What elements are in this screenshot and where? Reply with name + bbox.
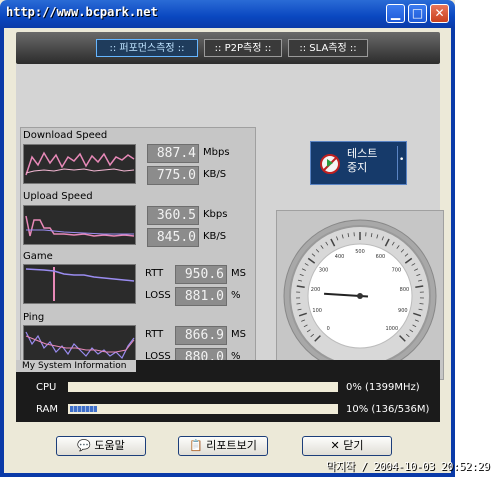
gauge-tick-label: 200 — [311, 287, 321, 293]
download-mbps-unit: Mbps — [203, 147, 230, 158]
ping-graph — [23, 325, 136, 365]
gauge-tick-label: 0 — [327, 326, 330, 332]
tab-sla[interactable]: :: SLA측정 :: — [288, 39, 368, 57]
ram-label: RAM — [36, 404, 59, 415]
report-button[interactable]: 📋 리포트보기 — [178, 436, 268, 456]
game-loss-value: 881.0 — [175, 287, 227, 306]
game-graph-line — [25, 268, 135, 282]
cpu-bar — [68, 382, 338, 392]
close-window-button[interactable]: ✕ — [430, 4, 449, 23]
download-title: Download Speed — [23, 130, 108, 141]
close-button[interactable]: ✕ 닫기 — [302, 436, 392, 456]
minimize-button[interactable]: ▁ — [386, 4, 405, 23]
close-label: 닫기 — [343, 439, 364, 452]
upload-kbps-value: 360.5 — [147, 206, 199, 225]
game-loss-label: LOSS — [145, 290, 171, 301]
ram-value: 10% (136/536M) — [346, 404, 430, 415]
ping-rtt-value: 866.9 — [175, 326, 227, 345]
minimize-icon: ▁ — [390, 6, 401, 20]
system-info-panel: My System Information CPU 0% (1399MHz) R… — [16, 360, 440, 422]
ping-graph-line — [25, 331, 135, 360]
upload-graph — [23, 205, 136, 245]
performance-panel: Download Speed 887.4 Mbps 775.0 KB/S Upl… — [16, 64, 444, 380]
help-icon: 💬 — [77, 439, 91, 452]
ping-graph-svg — [25, 331, 135, 360]
ping-rtt-label: RTT — [145, 329, 164, 340]
gauge-tick-label: 400 — [335, 254, 345, 260]
download-kbs-unit: KB/S — [203, 169, 227, 180]
game-title: Game — [23, 251, 53, 262]
download-graph-line — [25, 151, 135, 176]
gauge-hub — [357, 293, 363, 299]
game-rtt-value: 950.6 — [175, 265, 227, 284]
stop-test-dot-icon: • — [399, 155, 405, 165]
cpu-value: 0% (1399MHz) — [346, 382, 420, 393]
upload-graph-line2 — [26, 229, 134, 235]
download-kbs-value: 775.0 — [147, 166, 199, 185]
tab-performance[interactable]: :: 퍼포먼스측정 :: — [96, 39, 198, 57]
gauge-tick-label: 900 — [398, 308, 408, 314]
upload-title: Upload Speed — [23, 191, 93, 202]
game-rtt-unit: MS — [231, 268, 246, 279]
status-text: 막지작 / 2004-10-03 20:52:29 — [326, 460, 490, 473]
game-graph-svg — [25, 267, 135, 301]
stop-test-label: 테스트 중지 — [347, 147, 377, 175]
speed-gauge-frame: 0 100 200 300 400 500 600 700 800 900 1000 — [276, 210, 444, 380]
upload-graph-svg — [25, 215, 135, 237]
report-label: 리포트보기 — [206, 439, 257, 452]
help-button[interactable]: 💬 도움말 — [56, 436, 146, 456]
tab-bar: :: 퍼포먼스측정 :: :: P2P측정 :: :: SLA측정 :: — [16, 32, 440, 64]
ping-rtt-unit: MS — [231, 329, 246, 340]
download-graph-line2 — [25, 168, 135, 174]
stop-test-label-line2: 중지 — [347, 161, 368, 174]
ram-bar — [68, 404, 338, 414]
close-icon: ✕ — [434, 6, 445, 20]
client-area: :: 퍼포먼스측정 :: :: P2P측정 :: :: SLA측정 :: Dow… — [4, 28, 451, 473]
gauge-tick-label: 100 — [312, 308, 322, 314]
stop-test-icon — [320, 154, 340, 174]
main-window: http://www.bcpark.net ▁ □ ✕ :: 퍼포먼스측정 ::… — [0, 0, 455, 477]
maximize-button[interactable]: □ — [408, 4, 427, 23]
gauge-tick-label: 500 — [355, 249, 365, 255]
download-graph — [23, 144, 136, 184]
game-loss-unit: % — [231, 290, 241, 301]
ram-bar-fill — [70, 406, 97, 412]
download-graph-svg — [25, 151, 135, 176]
system-info-title: My System Information — [16, 360, 136, 372]
close-button-icon: ✕ — [330, 439, 340, 452]
maximize-icon: □ — [411, 6, 424, 20]
gauge-tick — [296, 303, 301, 305]
download-mbps-value: 887.4 — [147, 144, 199, 163]
title-bar[interactable]: http://www.bcpark.net ▁ □ ✕ — [0, 0, 455, 28]
stop-test-label-line1: 테스트 — [347, 147, 378, 160]
gauge-tick — [419, 303, 424, 305]
tab-p2p[interactable]: :: P2P측정 :: — [204, 39, 282, 57]
upload-kbs-unit: KB/S — [203, 231, 227, 242]
window-frame: :: 퍼포먼스측정 :: :: P2P측정 :: :: SLA측정 :: Dow… — [0, 28, 455, 477]
upload-kbps-unit: Kbps — [203, 209, 228, 220]
ping-title: Ping — [23, 312, 45, 323]
window-title: http://www.bcpark.net — [6, 5, 158, 19]
gauge-tick-label: 800 — [400, 287, 410, 293]
gauge-tick-label: 700 — [392, 268, 402, 274]
report-icon: 📋 — [189, 439, 203, 452]
game-rtt-label: RTT — [145, 268, 164, 279]
gauge-tick-label: 1000 — [385, 326, 398, 332]
help-label: 도움말 — [94, 439, 125, 452]
gauge-tick-label: 600 — [376, 254, 386, 260]
gauge-tick-label: 300 — [319, 268, 329, 274]
stop-test-divider — [397, 146, 398, 180]
upload-kbs-value: 845.0 — [147, 228, 199, 247]
game-graph — [23, 264, 136, 304]
stop-test-button[interactable]: 테스트 중지 • — [310, 141, 407, 185]
metrics-panel: Download Speed 887.4 Mbps 775.0 KB/S Upl… — [20, 127, 256, 378]
cpu-label: CPU — [36, 382, 57, 393]
speed-gauge: 0 100 200 300 400 500 600 700 800 900 1000 — [283, 219, 437, 373]
